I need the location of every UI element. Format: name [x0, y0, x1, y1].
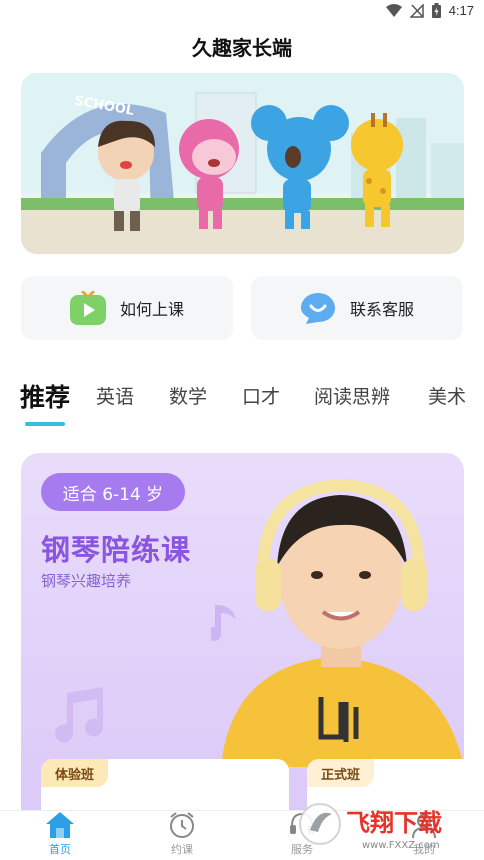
- active-tab-indicator: [25, 422, 65, 426]
- nav-book-class-label: 约课: [171, 843, 193, 856]
- site-watermark: 飞翔下载 www.FXXZ.com: [298, 798, 470, 852]
- category-tabs: 推荐 英语 数学 口才 阅读思辨 美术: [0, 382, 484, 426]
- alarm-clock-icon: [170, 812, 194, 838]
- tab-recommended[interactable]: 推荐: [20, 378, 70, 414]
- app-title: 久趣家长端: [192, 36, 292, 60]
- play-video-icon: [69, 291, 106, 325]
- formal-class-tag: 正式班: [307, 759, 375, 787]
- status-time: 4:17: [448, 3, 474, 18]
- age-range-badge: 适合 6-14 岁: [41, 473, 185, 511]
- watermark-logo: 飞翔下载 www.FXXZ.com: [299, 803, 442, 851]
- contact-support-label: 联系客服: [349, 300, 414, 319]
- battery-icon: [431, 3, 441, 18]
- status-icons: 4:17: [385, 3, 474, 18]
- course-title: 钢琴陪练课: [41, 533, 192, 567]
- how-to-attend-class-label: 如何上课: [119, 300, 184, 319]
- status-bar: 4:17: [0, 0, 484, 26]
- banner-illustration: SCHOOL: [21, 73, 464, 254]
- child-with-headphones-photo: [221, 478, 464, 767]
- nav-book-class[interactable]: 约课: [142, 811, 222, 860]
- tab-art[interactable]: 美术: [428, 382, 466, 409]
- tab-reading[interactable]: 阅读思辨: [314, 382, 390, 409]
- how-to-attend-class-button[interactable]: 如何上课: [21, 276, 233, 340]
- watermark-url: www.FXXZ.com: [362, 840, 440, 851]
- music-note-icon: [55, 687, 104, 743]
- wifi-icon: [385, 3, 402, 17]
- course-subtitle: 钢琴兴趣培养: [41, 572, 132, 590]
- nav-home[interactable]: 首页: [20, 811, 100, 860]
- contact-support-button[interactable]: 联系客服: [251, 276, 463, 340]
- chat-bubble-icon: [300, 293, 335, 324]
- tab-math[interactable]: 数学: [169, 382, 207, 409]
- promo-banner[interactable]: SCHOOL: [21, 73, 464, 254]
- tab-speech[interactable]: 口才: [242, 382, 280, 409]
- trial-class-tag: 体验班: [41, 759, 109, 787]
- home-icon: [46, 812, 74, 838]
- nav-home-label: 首页: [49, 843, 71, 856]
- no-signal-icon: [409, 3, 424, 18]
- tab-english[interactable]: 英语: [96, 382, 134, 409]
- watermark-text: 飞翔下载: [346, 809, 442, 837]
